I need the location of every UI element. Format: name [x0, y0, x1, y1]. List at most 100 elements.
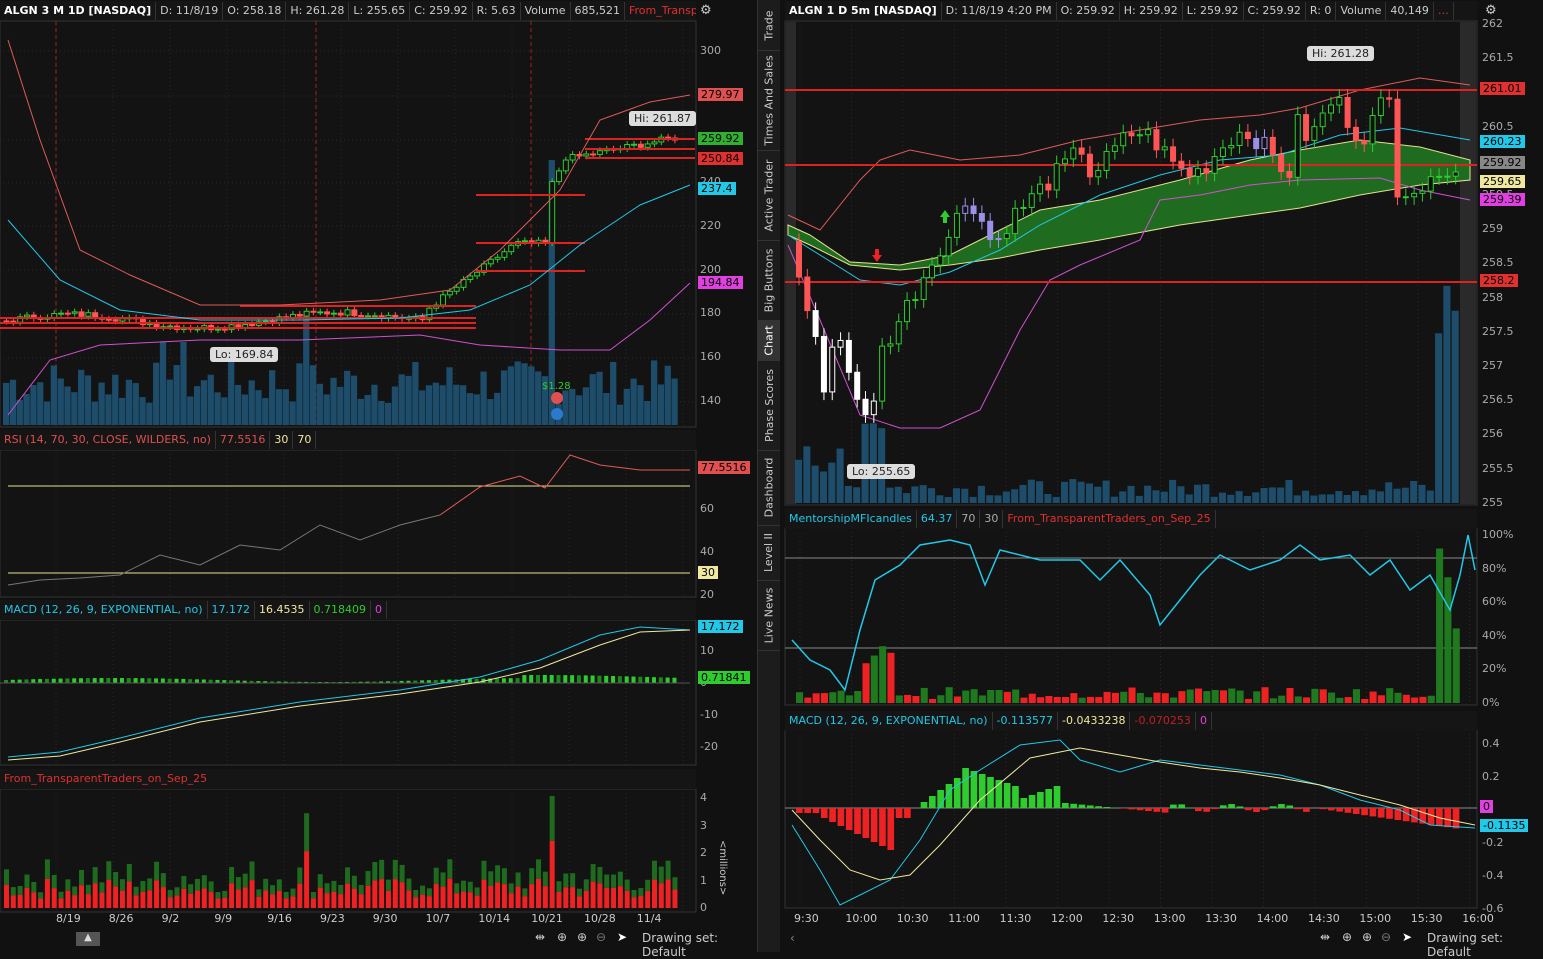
mfi-bar — [1361, 699, 1368, 703]
candle-body — [1237, 132, 1242, 145]
macd-hist-bar — [536, 675, 540, 683]
right-bottom-bar: ‹ ⇹ ⊕ ⊕ ⊖ ➤ Drawing set: Default — [780, 929, 1543, 949]
left-vol-title[interactable]: From_TransparentTraders_on_Sep_25 — [0, 770, 211, 788]
macd-hist-bar — [45, 679, 49, 683]
left-collapse-button[interactable]: ▲ — [76, 932, 100, 946]
macd-hist-bar — [618, 676, 622, 683]
right-crosshair-icon[interactable]: ⊕ — [1342, 930, 1352, 944]
mfi-bar — [1453, 628, 1460, 703]
earnings-icon[interactable] — [551, 392, 563, 404]
left-macd-title[interactable]: MACD (12, 26, 9, EXPONENTIAL, no) — [0, 601, 208, 619]
mfi-tick: 80% — [1482, 562, 1506, 575]
vol-green — [215, 892, 220, 898]
volume-bar — [330, 378, 336, 425]
volume-bar — [945, 497, 952, 503]
macd-tag: -0.1135 — [1480, 819, 1528, 832]
left-zoom-out-icon[interactable]: ⊖ — [596, 930, 606, 944]
mfi-bar — [1045, 696, 1052, 703]
tab-chart[interactable]: Chart — [758, 320, 780, 361]
tab-level-ii[interactable]: Level II — [758, 525, 780, 581]
right-cursor-icon[interactable]: ➤ — [1402, 930, 1412, 944]
volume-bar — [590, 374, 596, 425]
vol-red — [209, 892, 214, 908]
time-tick: 9:30 — [794, 912, 819, 925]
left-macd-diff: 0.718409 — [310, 601, 372, 619]
candle-body — [813, 311, 818, 337]
candle-body — [113, 320, 118, 321]
vol-tick: 0 — [700, 901, 707, 914]
mfi-bar — [1187, 690, 1194, 703]
mfi-bar — [1120, 692, 1127, 703]
time-tick: 10:00 — [845, 912, 877, 925]
mfi-bar — [1012, 690, 1019, 703]
right-zoom-in-icon[interactable]: ⊕ — [1362, 930, 1372, 944]
macd-hist-bar — [502, 678, 506, 683]
macd-hist-bar — [584, 675, 588, 683]
macd-hist-bar — [516, 678, 520, 683]
candle-body — [855, 372, 860, 399]
tab-dashboard[interactable]: Dashboard — [758, 450, 780, 526]
vol-red — [400, 882, 405, 908]
tab-phase-scores[interactable]: Phase Scores — [758, 360, 780, 451]
volume-bar — [928, 488, 935, 503]
mfi-study[interactable]: From_TransparentTraders_on_Sep_25 — [1003, 510, 1215, 528]
vol-red — [175, 896, 180, 908]
vol-red — [454, 893, 459, 908]
mfi-bar — [937, 695, 944, 703]
tab-active-trader[interactable]: Active Trader — [758, 150, 780, 241]
dividend-icon[interactable] — [551, 408, 563, 420]
right-drawing-set[interactable]: Drawing set: Default — [1427, 931, 1543, 959]
vol-green — [304, 813, 309, 851]
date-tick: 10/28 — [584, 912, 616, 925]
candle-body — [1245, 132, 1250, 138]
price-tag: 279.97 — [698, 88, 743, 101]
volume-bar — [1327, 494, 1334, 503]
volume-bar — [535, 371, 541, 425]
vol-red — [79, 885, 84, 908]
candle-body — [597, 151, 602, 155]
volume-bar — [1028, 480, 1035, 503]
vol-red — [475, 896, 480, 908]
volume-bar — [1227, 495, 1234, 503]
macd-hist-bar — [887, 808, 894, 850]
rsi-header: RSI (14, 70, 30, CLOSE, WILDERS, no) 77.… — [0, 430, 696, 450]
vol-green — [195, 879, 200, 891]
vol-red — [38, 899, 43, 908]
volume-bar — [1186, 494, 1193, 503]
date-tick: 8/26 — [109, 912, 134, 925]
left-cursor-icon[interactable]: ➤ — [617, 930, 627, 944]
tab-trade[interactable]: Trade — [758, 0, 780, 51]
price-tag: 194.84 — [698, 276, 743, 289]
tab-big-buttons[interactable]: Big Buttons — [758, 240, 780, 321]
vol-green — [481, 861, 486, 880]
mfi-title[interactable]: MentorshipMFIcandles — [785, 510, 917, 528]
right-macd-title[interactable]: MACD (12, 26, 9, EXPONENTIAL, no) — [785, 712, 993, 730]
mfi-bar — [979, 695, 986, 703]
rsi-title[interactable]: RSI (14, 70, 30, CLOSE, WILDERS, no) — [0, 431, 216, 449]
macd-hist-bar — [38, 679, 42, 683]
tab-times-and-sales[interactable]: Times And Sales — [758, 50, 780, 151]
right-scroll-arrows[interactable]: ‹ — [790, 931, 795, 945]
candle-body — [1004, 234, 1009, 239]
volume-bar — [1086, 483, 1093, 503]
macd-hist-bar — [929, 796, 936, 808]
macd-hist-bar — [821, 808, 828, 818]
volume-bar — [1103, 481, 1110, 503]
mfi-bar — [946, 687, 953, 703]
right-pan-icon[interactable]: ⇹ — [1320, 930, 1330, 944]
right-macd-diff: -0.070253 — [1130, 712, 1195, 730]
vol-red — [379, 879, 384, 908]
candle-body — [1287, 171, 1292, 177]
mfi-bar — [904, 695, 911, 703]
candle-body — [1320, 113, 1325, 127]
left-crosshair-icon[interactable]: ⊕ — [557, 930, 567, 944]
time-tick: 12:30 — [1102, 912, 1134, 925]
volume-bar — [337, 387, 343, 425]
date-tick: 9/16 — [267, 912, 292, 925]
left-zoom-in-icon[interactable]: ⊕ — [577, 930, 587, 944]
left-drawing-set[interactable]: Drawing set: Default — [642, 931, 757, 959]
right-zoom-out-icon[interactable]: ⊖ — [1381, 930, 1391, 944]
tab-live-news[interactable]: Live News — [758, 580, 780, 651]
left-pan-icon[interactable]: ⇹ — [535, 930, 545, 944]
vol-green — [45, 859, 50, 878]
